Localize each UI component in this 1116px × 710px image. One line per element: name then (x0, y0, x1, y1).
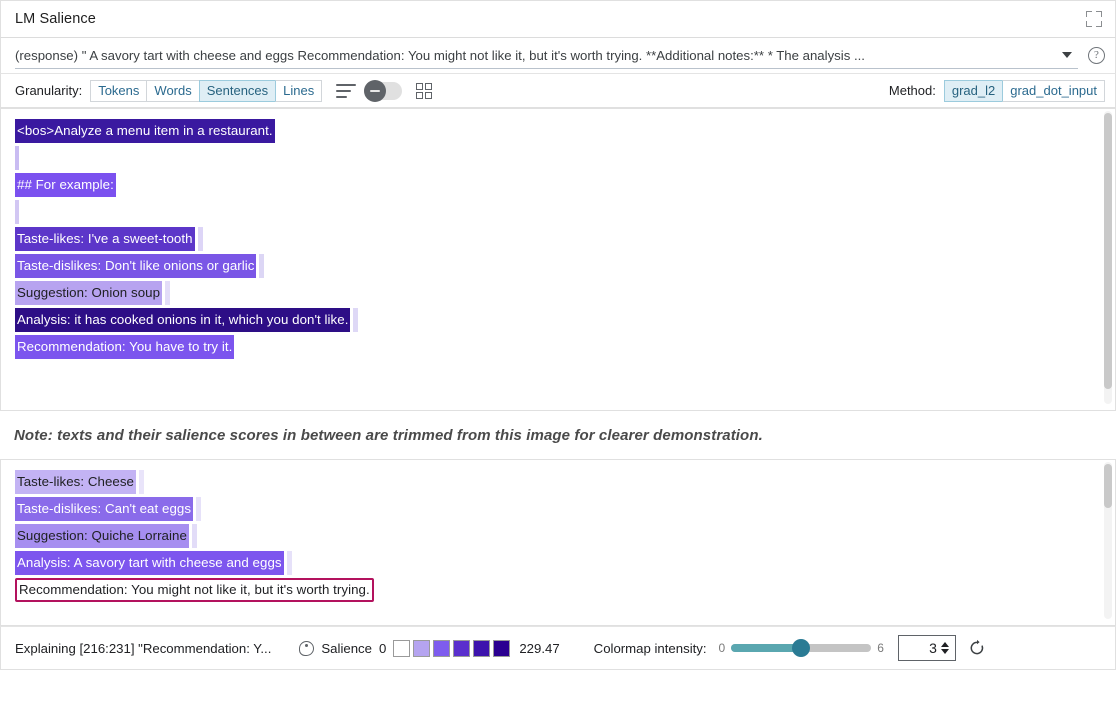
salience-segment-trailing-space[interactable] (192, 524, 197, 548)
salience-line-list-bottom: Taste-likes: Cheese Taste-dislikes: Can'… (1, 470, 1115, 604)
salience-segment[interactable]: Taste-dislikes: Don't like onions or gar… (15, 254, 256, 278)
salience-line[interactable]: ## For example: (15, 173, 1093, 199)
salience-line[interactable]: Analysis: A savory tart with cheese and … (15, 551, 1093, 577)
stepper-arrows[interactable] (941, 642, 951, 654)
response-select[interactable]: (response) " A savory tart with cheese a… (15, 43, 1078, 69)
salience-segment[interactable]: Suggestion: Onion soup (15, 281, 162, 305)
salience-segment[interactable] (15, 200, 19, 224)
help-circle-icon[interactable]: ? (1088, 47, 1105, 64)
salience-line[interactable]: Suggestion: Onion soup (15, 281, 1093, 307)
salience-ramp-swatch (473, 640, 490, 657)
salience-line-list-top: <bos>Analyze a menu item in a restaurant… (1, 119, 1115, 361)
reset-icon[interactable] (968, 639, 986, 657)
salience-segment[interactable]: Taste-dislikes: Can't eat eggs (15, 497, 193, 521)
salience-ramp-swatch (413, 640, 430, 657)
response-selector-row: (response) " A savory tart with cheese a… (0, 38, 1116, 74)
salience-line[interactable] (15, 200, 1093, 226)
colormap-slider[interactable] (731, 644, 871, 652)
salience-segment[interactable]: Analysis: A savory tart with cheese and … (15, 551, 284, 575)
salience-segment[interactable]: ## For example: (15, 173, 116, 197)
display-mode-toggle[interactable] (364, 82, 402, 100)
salience-color-ramp (393, 640, 513, 657)
method-controls: Method: grad_l2 grad_dot_input (889, 80, 1105, 102)
salience-line[interactable]: Recommendation: You might not like it, b… (15, 578, 1093, 604)
lm-salience-module: LM Salience (response) " A savory tart w… (0, 0, 1116, 710)
salience-text-panel-top: <bos>Analyze a menu item in a restaurant… (0, 108, 1116, 411)
salience-ramp-min: 0 (379, 641, 386, 656)
salience-segment[interactable]: Analysis: it has cooked onions in it, wh… (15, 308, 350, 332)
salience-line[interactable]: Recommendation: You have to try it. (15, 335, 1093, 361)
toggle-knob (364, 80, 386, 102)
module-header: LM Salience (0, 0, 1116, 38)
demonstration-note: Note: texts and their salience scores in… (14, 427, 763, 444)
palette-icon (299, 641, 314, 656)
slider-handle[interactable] (792, 639, 810, 657)
salience-segment[interactable]: <bos>Analyze a menu item in a restaurant… (15, 119, 275, 143)
method-option-grad-dot-input[interactable]: grad_dot_input (1002, 80, 1105, 102)
status-footer: Explaining [216:231] "Recommendation: Y.… (0, 626, 1116, 670)
salience-ramp-swatch (493, 640, 510, 657)
granularity-option-lines[interactable]: Lines (275, 80, 322, 102)
stepper-value: 3 (899, 640, 941, 656)
salience-ramp-swatch (453, 640, 470, 657)
salience-ramp-swatch (433, 640, 450, 657)
granularity-option-words[interactable]: Words (146, 80, 198, 102)
salience-legend-label: Salience (321, 641, 372, 656)
chevron-down-icon[interactable] (1062, 52, 1072, 58)
chevron-up-icon[interactable] (941, 642, 949, 647)
salience-segment[interactable]: Taste-likes: Cheese (15, 470, 136, 494)
salience-segment-trailing-space[interactable] (287, 551, 292, 575)
salience-ramp-max: 229.47 (519, 641, 559, 656)
salience-segment-selected[interactable]: Recommendation: You might not like it, b… (15, 578, 374, 602)
salience-line[interactable]: Suggestion: Quiche Lorraine (15, 524, 1093, 550)
salience-segment-trailing-space[interactable] (139, 470, 144, 494)
chevron-down-icon[interactable] (941, 649, 949, 654)
salience-segment-trailing-space[interactable] (353, 308, 358, 332)
salience-segment-trailing-space[interactable] (198, 227, 203, 251)
salience-line[interactable]: Taste-likes: I've a sweet-tooth (15, 227, 1093, 253)
expand-icon[interactable] (1085, 10, 1103, 28)
salience-segment-trailing-space[interactable] (196, 497, 201, 521)
slider-fill (731, 644, 801, 652)
colormap-intensity-label: Colormap intensity: (594, 641, 707, 656)
page-title: LM Salience (15, 11, 96, 27)
colormap-intensity-control: Colormap intensity: 0 6 3 (594, 635, 986, 661)
salience-line[interactable]: <bos>Analyze a menu item in a restaurant… (15, 119, 1093, 145)
granularity-option-sentences[interactable]: Sentences (199, 80, 275, 102)
salience-segment[interactable]: Recommendation: You have to try it. (15, 335, 234, 359)
colormap-slider-wrap: 0 6 (719, 641, 884, 655)
colormap-value-stepper[interactable]: 3 (898, 635, 956, 661)
granularity-button-group: Tokens Words Sentences Lines (90, 80, 322, 102)
granularity-option-tokens[interactable]: Tokens (90, 80, 146, 102)
salience-text-panel-bottom: Taste-likes: Cheese Taste-dislikes: Can'… (0, 459, 1116, 626)
salience-segment[interactable]: Taste-likes: I've a sweet-tooth (15, 227, 195, 251)
salience-line[interactable]: Taste-likes: Cheese (15, 470, 1093, 496)
slider-max-label: 6 (877, 641, 884, 655)
salience-segment[interactable]: Suggestion: Quiche Lorraine (15, 524, 189, 548)
salience-segment-trailing-space[interactable] (165, 281, 170, 305)
salience-ramp-swatch (393, 640, 410, 657)
controls-toolbar: Granularity: Tokens Words Sentences Line… (0, 74, 1116, 108)
granularity-label: Granularity: (15, 83, 82, 98)
method-button-group: grad_l2 grad_dot_input (944, 80, 1105, 102)
explaining-status: Explaining [216:231] "Recommendation: Y.… (15, 641, 271, 656)
vertical-scrollbar[interactable] (1104, 111, 1112, 404)
salience-segment[interactable] (15, 146, 19, 170)
salience-line[interactable]: Taste-dislikes: Don't like onions or gar… (15, 254, 1093, 280)
grid-view-icon[interactable] (416, 83, 432, 99)
salience-line[interactable]: Taste-dislikes: Can't eat eggs (15, 497, 1093, 523)
salience-line[interactable]: Analysis: it has cooked onions in it, wh… (15, 308, 1093, 334)
vertical-scrollbar[interactable] (1104, 462, 1112, 619)
scrollbar-thumb[interactable] (1104, 113, 1112, 389)
method-label: Method: (889, 83, 936, 98)
slider-min-label: 0 (719, 641, 726, 655)
note-row: Note: texts and their salience scores in… (0, 411, 1116, 459)
method-option-grad-l2[interactable]: grad_l2 (944, 80, 1002, 102)
salience-segment-trailing-space[interactable] (259, 254, 264, 278)
response-select-value: (response) " A savory tart with cheese a… (15, 48, 1054, 63)
salience-line[interactable] (15, 146, 1093, 172)
scrollbar-thumb[interactable] (1104, 464, 1112, 508)
text-lines-icon[interactable] (336, 84, 356, 98)
